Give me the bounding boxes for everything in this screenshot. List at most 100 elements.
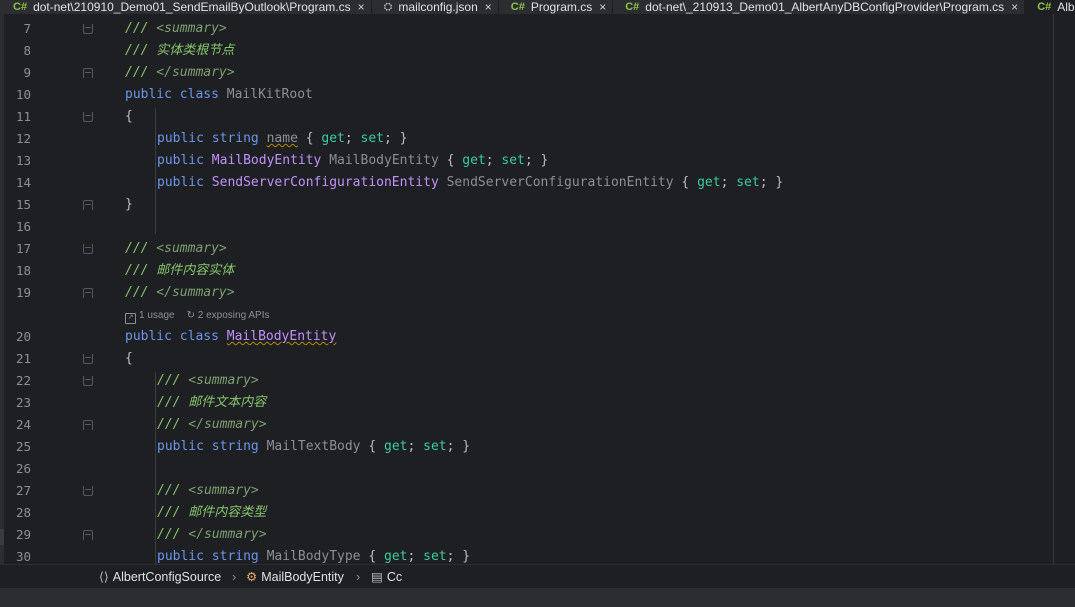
code-text: public class MailKitRoot	[125, 87, 313, 102]
code-line: 24 /// </summary>	[0, 414, 1052, 436]
breadcrumb-namespace[interactable]: ⟨⟩ AlbertConfigSource	[99, 565, 221, 589]
close-icon[interactable]: ×	[599, 0, 606, 14]
code-line: 15 }	[0, 194, 1052, 216]
tab-albertconfig-active[interactable]: C# AlbertC	[1025, 0, 1075, 14]
code-line: 7 /// <summary>	[0, 18, 1052, 40]
editor-right-margin	[1053, 14, 1054, 564]
code-line: 17 /// <summary>	[0, 238, 1052, 260]
code-text: /// 邮件内容实体	[125, 263, 235, 278]
line-number: 23	[15, 395, 31, 410]
close-icon[interactable]: ×	[485, 0, 492, 14]
refresh-icon: ↻	[186, 310, 198, 321]
editor-tab-bar: C# dot-net\210910_Demo01_SendEmailByOutl…	[0, 0, 1075, 15]
code-text: }	[125, 197, 133, 212]
fold-end-icon[interactable]	[83, 288, 93, 298]
usages-hint[interactable]: ↗ 1 usage	[125, 310, 175, 324]
code-text: /// </summary>	[125, 65, 235, 80]
code-text: public class MailBodyEntity	[125, 329, 337, 344]
breadcrumb-separator: ›	[356, 570, 361, 584]
code-line: 22 /// <summary>	[0, 370, 1052, 392]
code-text: public string name { get; set; }	[157, 131, 408, 146]
fold-end-icon[interactable]	[83, 68, 93, 78]
line-number: 25	[15, 439, 31, 454]
fold-end-icon[interactable]	[83, 530, 93, 540]
line-number: 20	[15, 329, 31, 344]
code-text: /// <summary>	[125, 241, 227, 256]
line-number: 9	[23, 65, 31, 80]
code-text: /// <summary>	[125, 21, 227, 36]
code-line: 20 public class MailBodyEntity	[0, 326, 1052, 348]
line-number: 21	[15, 351, 31, 366]
code-line: 28 /// 邮件内容类型	[0, 502, 1052, 524]
line-number: 22	[15, 373, 31, 388]
code-text: public SendServerConfigurationEntity Sen…	[157, 175, 784, 190]
breadcrumb-property[interactable]: ▤ Cc	[371, 565, 402, 589]
code-vision-hints: ↗ 1 usage ↻ 2 exposing APIs	[125, 309, 270, 324]
usage-arrow-icon: ↗	[125, 313, 136, 324]
line-number: 8	[23, 43, 31, 58]
code-line: 21 {	[0, 348, 1052, 370]
tab-label: dot-net\_210913_Demo01_AlbertAnyDBConfig…	[645, 0, 1005, 14]
property-icon: ▤	[371, 570, 383, 584]
code-text: /// 邮件内容类型	[157, 505, 267, 520]
csharp-file-icon: C#	[13, 1, 28, 13]
code-line: 8 /// 实体类根节点	[0, 40, 1052, 62]
line-number: 28	[15, 505, 31, 520]
tab-label: AlbertC	[1057, 0, 1075, 14]
code-line: 14 public SendServerConfigurationEntity …	[0, 172, 1052, 194]
line-number: 24	[15, 417, 31, 432]
code-line: 25 public string MailTextBody { get; set…	[0, 436, 1052, 458]
line-number: 13	[15, 153, 31, 168]
line-number: 16	[15, 219, 31, 234]
code-line: 30 public string MailBodyType { get; set…	[0, 546, 1052, 564]
breadcrumb-class[interactable]: ⚙ MailBodyEntity	[246, 565, 344, 589]
line-number: 26	[15, 461, 31, 476]
code-line: 26	[0, 458, 1052, 480]
code-text: public string MailBodyType { get; set; }	[157, 549, 471, 564]
fold-end-icon[interactable]	[83, 420, 93, 430]
code-text: /// <summary>	[157, 483, 259, 498]
line-number: 10	[15, 87, 31, 102]
fold-end-icon[interactable]	[83, 200, 93, 210]
tab-sendemail-program[interactable]: C# dot-net\210910_Demo01_SendEmailByOutl…	[0, 0, 372, 14]
fold-icon[interactable]	[83, 486, 93, 496]
tab-program-cs[interactable]: C# Program.cs ×	[499, 0, 614, 14]
line-number: 12	[15, 131, 31, 146]
line-number: 15	[15, 197, 31, 212]
tab-mailconfig-json[interactable]: ⛭ mailconfig.json ×	[372, 0, 499, 14]
line-number: 29	[15, 527, 31, 542]
line-number: 30	[15, 549, 31, 564]
line-number: 14	[15, 175, 31, 190]
code-line: 23 /// 邮件文本内容	[0, 392, 1052, 414]
class-icon: ⚙	[246, 570, 258, 584]
fold-icon[interactable]	[83, 24, 93, 34]
breadcrumb: ⟨⟩ AlbertConfigSource › ⚙ MailBodyEntity ›…	[0, 564, 1075, 589]
tab-anydbconfig-program[interactable]: C# dot-net\_210913_Demo01_AlbertAnyDBCon…	[613, 0, 1026, 14]
code-text: {	[125, 109, 133, 124]
code-line: 13 public MailBodyEntity MailBodyEntity …	[0, 150, 1052, 172]
line-number: 19	[15, 285, 31, 300]
csharp-file-icon: C#	[625, 1, 640, 13]
close-icon[interactable]: ×	[1011, 0, 1018, 14]
fold-icon[interactable]	[83, 354, 93, 364]
code-text: /// 实体类根节点	[125, 43, 235, 58]
csharp-file-icon: C#	[510, 1, 525, 13]
json-file-icon: ⛭	[383, 0, 393, 13]
namespace-icon: ⟨⟩	[99, 570, 109, 584]
fold-icon[interactable]	[83, 244, 93, 254]
tab-label: Program.cs	[530, 0, 593, 14]
code-text: /// 邮件文本内容	[157, 395, 267, 410]
code-text: /// <summary>	[157, 373, 259, 388]
code-line: 27 /// <summary>	[0, 480, 1052, 502]
code-text: /// </summary>	[157, 417, 267, 432]
csharp-file-icon: C#	[1037, 1, 1052, 13]
exposing-apis-hint[interactable]: ↻ 2 exposing APIs	[187, 310, 270, 321]
fold-icon[interactable]	[83, 376, 93, 386]
line-number: 7	[23, 21, 31, 36]
code-editor[interactable]: 7 /// <summary> 8 /// 实体类根节点 9 /// </sum…	[0, 14, 1075, 564]
fold-icon[interactable]	[83, 112, 93, 122]
close-icon[interactable]: ×	[358, 0, 365, 14]
tab-label: mailconfig.json	[398, 0, 478, 14]
code-text: public MailBodyEntity MailBodyEntity { g…	[157, 153, 549, 168]
line-number: 11	[15, 109, 31, 124]
